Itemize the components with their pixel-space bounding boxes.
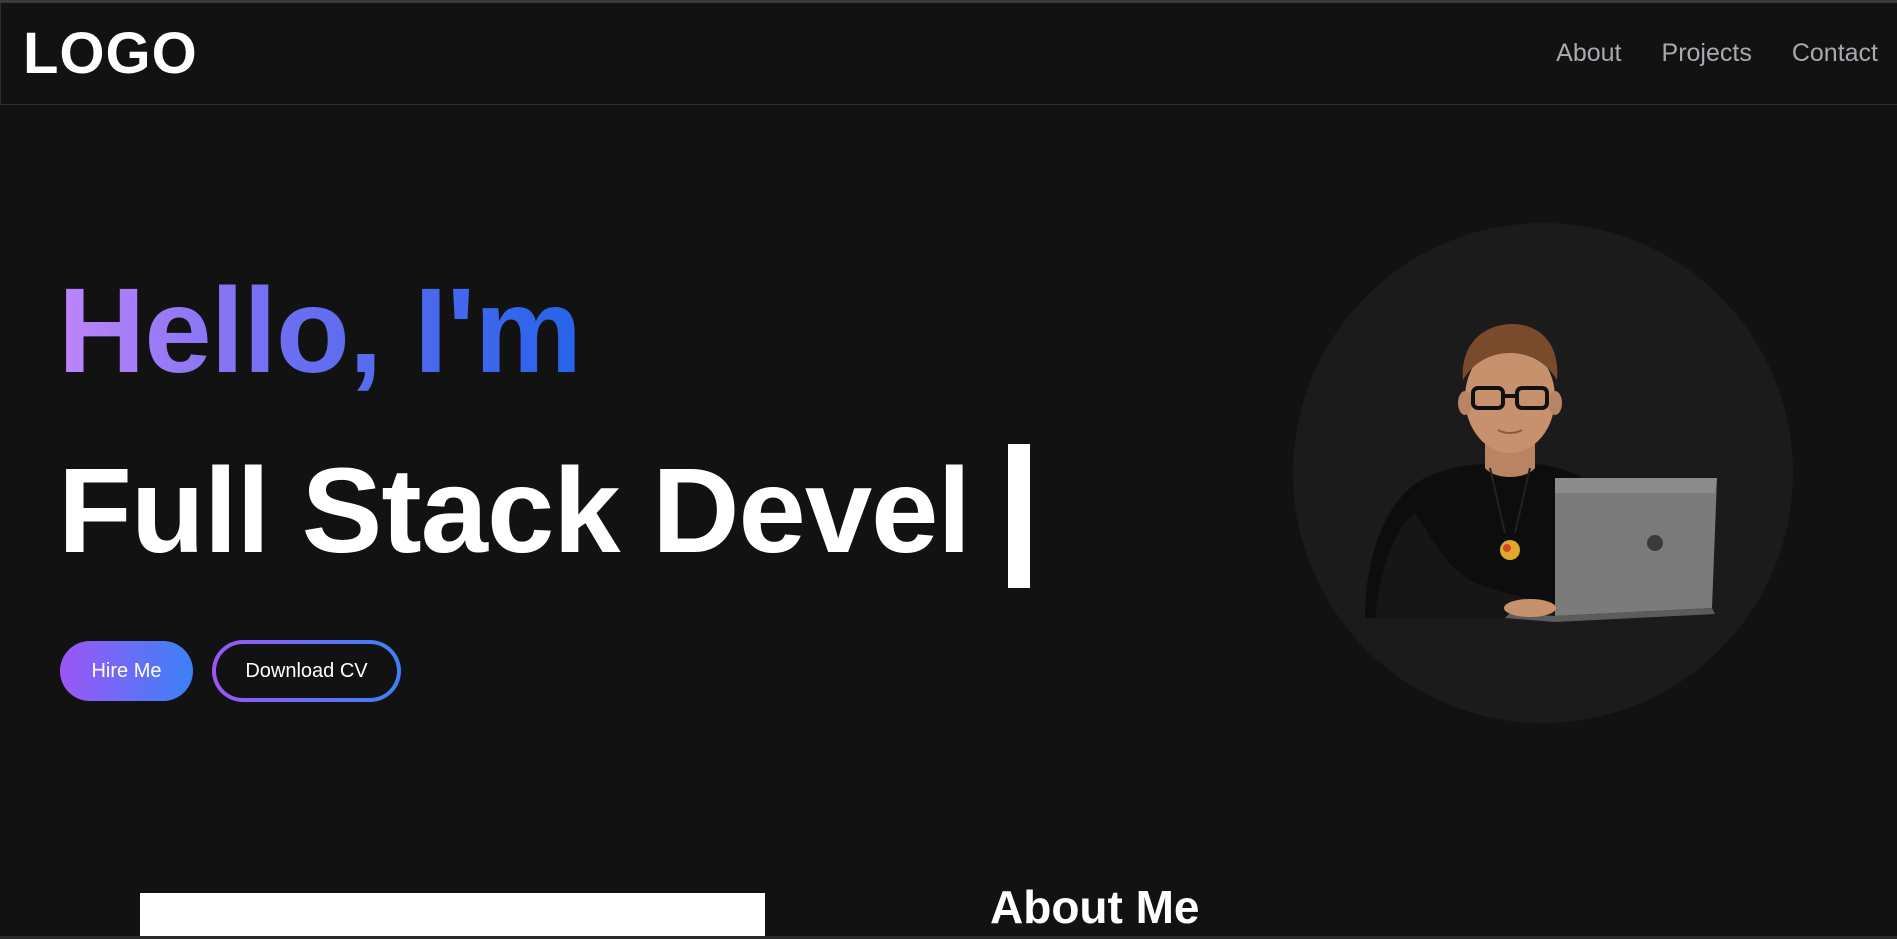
download-cv-border: Download CV — [212, 640, 401, 702]
portfolio-page: LOGO About Projects Contact Hello, I'm F… — [0, 0, 1897, 939]
hero-greeting: Hello, I'm — [58, 262, 582, 398]
about-image-card — [140, 893, 765, 939]
typing-caret — [1008, 444, 1030, 588]
main-nav: About Projects Contact — [1556, 41, 1878, 66]
nav-link-contact[interactable]: Contact — [1792, 41, 1878, 66]
download-cv-button[interactable]: Download CV — [216, 644, 397, 698]
site-header: LOGO About Projects Contact — [0, 3, 1897, 105]
nav-link-projects[interactable]: Projects — [1662, 41, 1752, 66]
logo[interactable]: LOGO — [23, 25, 198, 83]
hire-me-button[interactable]: Hire Me — [60, 641, 193, 701]
nav-link-about[interactable]: About — [1556, 41, 1621, 66]
developer-avatar-icon — [1365, 323, 1717, 622]
about-section-title: About Me — [990, 881, 1200, 933]
hero-typed-role: Full Stack Devel — [58, 442, 971, 578]
